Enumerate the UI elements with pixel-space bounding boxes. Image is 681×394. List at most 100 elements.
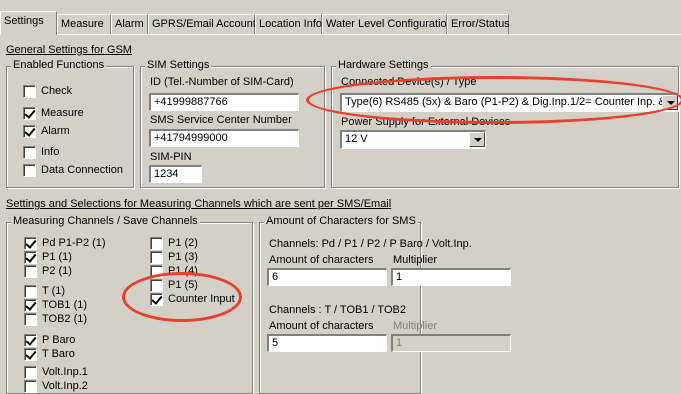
hardware-settings-label: Hardware Settings: [336, 59, 431, 71]
sim-id-input[interactable]: +41999887766: [149, 93, 299, 111]
checkbox-box[interactable]: [24, 264, 37, 278]
checkbox-box[interactable]: [150, 292, 163, 306]
checkbox-box[interactable]: [24, 236, 37, 250]
channel-volt-inp-2-checkbox[interactable]: Volt.Inp.2: [24, 379, 88, 393]
checkbox-box[interactable]: [23, 84, 36, 98]
channel-counter-input-checkbox[interactable]: Counter Input: [150, 292, 235, 306]
power-supply-select[interactable]: 12 V: [340, 130, 486, 149]
checkbox-box[interactable]: [150, 250, 163, 264]
data-connection-checkbox[interactable]: Data Connection: [23, 163, 123, 177]
checkbox-label: Volt.Inp.1: [42, 366, 88, 378]
checkbox-label: Alarm: [41, 125, 70, 137]
tab-measure[interactable]: Measure: [57, 14, 111, 34]
tab-gprs-email-account[interactable]: GPRS/Email Account: [148, 14, 256, 34]
tab-bar: Settings Measure Alarm GPRS/Email Accoun…: [0, 0, 681, 36]
checkbox-box[interactable]: [23, 163, 36, 177]
measure-checkbox[interactable]: Measure: [23, 106, 84, 120]
channel-tob2-1-checkbox[interactable]: TOB2 (1): [24, 312, 87, 326]
checkbox-box[interactable]: [24, 333, 37, 347]
checkbox-box[interactable]: [24, 347, 37, 361]
checkbox-box[interactable]: [24, 250, 37, 264]
connected-device-label: Connected Device(s) / Type: [341, 76, 477, 88]
sms-center-input[interactable]: +41794999000: [149, 129, 299, 147]
channel-t-1-checkbox[interactable]: T (1): [24, 284, 65, 298]
group1-multiplier-input[interactable]: 1: [391, 268, 511, 286]
checkbox-box[interactable]: [24, 284, 37, 298]
alarm-checkbox[interactable]: Alarm: [23, 124, 70, 138]
enabled-functions-label: Enabled Functions: [11, 59, 107, 71]
checkbox-label: T (1): [42, 285, 66, 297]
checkbox-label: TOB1 (1): [42, 299, 88, 311]
sim-pin-input[interactable]: 1234: [149, 165, 202, 183]
sim-pin-label: SIM-PIN: [150, 151, 192, 163]
connected-device-value: Type(6) RS485 (5x) & Baro (P1-P2) & Dig.…: [345, 96, 679, 108]
group1-multiplier-label: Multiplier: [393, 254, 438, 266]
channel-tob1-1-checkbox[interactable]: TOB1 (1): [24, 298, 87, 312]
sms-settings-title: Settings and Selections for Measuring Ch…: [6, 198, 392, 210]
tab-error-status[interactable]: Error/Status: [447, 14, 510, 34]
checkbox-label: Pd P1-P2 (1): [42, 237, 106, 249]
group1-amount-label: Amount of characters: [269, 254, 374, 266]
group2-amount-label: Amount of characters: [269, 320, 374, 332]
tab-divider: [0, 34, 681, 35]
power-supply-value: 12 V: [345, 133, 368, 145]
checkbox-label: T Baro: [42, 348, 75, 360]
checkbox-label: P1 (4): [168, 265, 198, 277]
checkbox-label: Counter Input: [168, 293, 235, 305]
group2-amount-input[interactable]: 5: [267, 334, 387, 352]
group1-amount-input[interactable]: 6: [267, 268, 387, 286]
channel-pd-p1-p2-checkbox[interactable]: Pd P1-P2 (1): [24, 236, 106, 250]
group2-multiplier-label: Multiplier: [393, 320, 438, 332]
checkbox-label: P1 (1): [42, 251, 72, 263]
tab-settings[interactable]: Settings: [0, 11, 57, 35]
checkbox-label: P1 (5): [168, 279, 198, 291]
group2-multiplier-input: 1: [391, 334, 511, 352]
tab-water-level-configuration[interactable]: Water Level Configuration: [322, 14, 453, 34]
dropdown-arrow-icon[interactable]: [469, 132, 485, 147]
checkbox-label: Measure: [41, 107, 84, 119]
dropdown-arrow-icon[interactable]: [662, 95, 678, 110]
checkbox-label: Volt.Inp.2: [42, 380, 88, 392]
tab-alarm[interactable]: Alarm: [111, 14, 148, 34]
channel-p1-4-checkbox[interactable]: P1 (4): [150, 264, 198, 278]
sim-settings-label: SIM Settings: [145, 59, 212, 71]
checkbox-box[interactable]: [23, 106, 36, 120]
checkbox-label: Check: [41, 85, 73, 97]
checkbox-box[interactable]: [23, 145, 36, 159]
checkbox-label: TOB2 (1): [42, 313, 88, 325]
channels-group2-title: Channels : T / TOB1 / TOB2: [269, 304, 406, 316]
checkbox-box[interactable]: [24, 298, 37, 312]
checkbox-box[interactable]: [24, 379, 37, 393]
tab-location-info[interactable]: Location Info: [255, 14, 322, 34]
checkbox-box[interactable]: [150, 264, 163, 278]
checkbox-label: P1 (2): [168, 237, 198, 249]
amount-characters-label: Amount of Characters for SMS: [264, 215, 418, 227]
sim-id-label: ID (Tel.-Number of SIM-Card): [150, 76, 294, 88]
channel-volt-inp-1-checkbox[interactable]: Volt.Inp.1: [24, 365, 88, 379]
general-settings-title: General Settings for GSM: [6, 44, 132, 56]
power-supply-label: Power Supply for External Devices: [341, 116, 511, 128]
channel-p2-1-checkbox[interactable]: P2 (1): [24, 264, 72, 278]
measuring-channels-label: Measuring Channels / Save Channels: [11, 215, 200, 227]
channel-p1-3-checkbox[interactable]: P1 (3): [150, 250, 198, 264]
checkbox-label: Info: [41, 146, 60, 158]
checkbox-label: P2 (1): [42, 265, 72, 277]
checkbox-box[interactable]: [150, 278, 163, 292]
check-checkbox[interactable]: Check: [23, 84, 72, 98]
sms-center-label: SMS Service Center Number: [150, 114, 292, 126]
info-checkbox[interactable]: Info: [23, 145, 59, 159]
checkbox-box[interactable]: [150, 236, 163, 250]
checkbox-label: P Baro: [42, 334, 76, 346]
checkbox-label: Data Connection: [41, 164, 123, 176]
channel-p1-1-checkbox[interactable]: P1 (1): [24, 250, 72, 264]
checkbox-label: P1 (3): [168, 251, 198, 263]
channel-p1-2-checkbox[interactable]: P1 (2): [150, 236, 198, 250]
checkbox-box[interactable]: [23, 124, 36, 138]
checkbox-box[interactable]: [24, 365, 37, 379]
channel-p1-5-checkbox[interactable]: P1 (5): [150, 278, 198, 292]
channels-group1-title: Channels: Pd / P1 / P2 / P Baro / Volt.I…: [269, 238, 472, 250]
connected-device-select[interactable]: Type(6) RS485 (5x) & Baro (P1-P2) & Dig.…: [340, 93, 679, 112]
channel-p-baro-checkbox[interactable]: P Baro: [24, 333, 75, 347]
channel-t-baro-checkbox[interactable]: T Baro: [24, 347, 75, 361]
checkbox-box[interactable]: [24, 312, 37, 326]
